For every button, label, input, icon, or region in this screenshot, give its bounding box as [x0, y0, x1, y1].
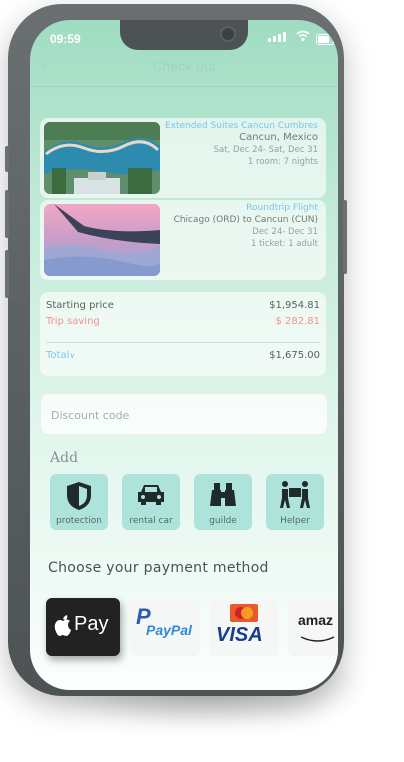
addon-label: Helper [280, 516, 310, 526]
hotel-image [44, 122, 160, 194]
binoculars-icon [194, 480, 252, 514]
apple-pay-label: Pay [74, 613, 109, 635]
apple-pay-button[interactable]: Pay [46, 598, 120, 656]
paypal-label: PayPal [146, 622, 192, 638]
page-title: Check out [152, 58, 216, 74]
signal-icon [268, 32, 286, 42]
addon-label: protection [56, 516, 102, 526]
amazon-pay-button[interactable]: amaz [288, 598, 338, 656]
battery-icon [316, 34, 334, 45]
starting-price-label: Starting price [46, 300, 114, 311]
flight-image [44, 204, 160, 276]
total-toggle[interactable]: Total∨ [46, 350, 75, 361]
visa-button[interactable]: VISA [210, 598, 278, 656]
notch [120, 20, 248, 50]
paypal-button[interactable]: P PayPal [130, 598, 200, 656]
addon-protection[interactable]: protection [50, 474, 108, 530]
total-label: Total [46, 350, 70, 361]
flight-card[interactable]: Roundtrip Flight Chicago (ORD) to Cancun… [40, 200, 326, 280]
volume-down-button [5, 250, 9, 298]
discount-input[interactable] [49, 394, 313, 436]
starting-price-value: $1,954.81 [269, 300, 320, 311]
addon-label: rental car [129, 516, 173, 526]
addon-label: guilde [209, 516, 237, 526]
hotel-name: Extended Suites Cancun Cumbres [164, 121, 318, 131]
chevron-down-icon: ∨ [69, 351, 76, 360]
amazon-label: amaz [298, 612, 334, 628]
status-time: 09:59 [50, 32, 81, 46]
flight-name: Roundtrip Flight [246, 203, 318, 213]
add-heading: Add [50, 450, 79, 466]
price-divider [46, 342, 320, 343]
trip-saving-value: $ 282.81 [275, 316, 320, 327]
hotel-rooms: 1 room: 7 nights [247, 157, 318, 167]
volume-up-button [5, 190, 9, 238]
trip-saving-label: Trip saving [46, 316, 100, 327]
discount-field[interactable] [40, 393, 328, 436]
total-value: $1,675.00 [269, 350, 320, 361]
car-icon [122, 480, 180, 514]
mute-switch [5, 146, 9, 172]
apple-logo-icon [54, 615, 72, 641]
hotel-card[interactable]: Extended Suites Cancun Cumbres Cancun, M… [40, 118, 326, 198]
shield-icon [50, 480, 108, 516]
people-carry-icon [266, 480, 324, 514]
flight-info: Roundtrip Flight Chicago (ORD) to Cancun… [174, 202, 318, 250]
payment-heading: Choose your payment method [48, 560, 269, 576]
camera-icon [220, 26, 236, 42]
power-button [343, 200, 347, 274]
flight-dates: Dec 24- Dec 31 [252, 227, 318, 237]
phone-screen: 09:59 ‹ Check out Extended Suites Cancun… [30, 20, 338, 690]
price-summary: Starting price $1,954.81 Trip saving $ 2… [40, 292, 326, 376]
amazon-smile-icon [300, 628, 336, 647]
phone-frame: 09:59 ‹ Check out Extended Suites Cancun… [5, 4, 347, 696]
hotel-info: Extended Suites Cancun Cumbres Cancun, M… [165, 120, 318, 168]
flight-tickets: 1 ticket: 1 adult [250, 239, 318, 249]
addon-guide[interactable]: guilde [194, 474, 252, 530]
addon-rental-car[interactable]: rental car [122, 474, 180, 530]
visa-label: VISA [216, 624, 263, 646]
header-bar: ‹ Check out [30, 56, 338, 87]
hotel-location: Cancun, Mexico [239, 132, 318, 143]
addon-helper[interactable]: Helper [266, 474, 324, 530]
wifi-icon [296, 30, 310, 45]
mastercard-icon [230, 604, 258, 626]
flight-route: Chicago (ORD) to Cancun (CUN) [173, 215, 318, 225]
hotel-dates: Sat, Dec 24- Sat, Dec 31 [213, 145, 318, 155]
